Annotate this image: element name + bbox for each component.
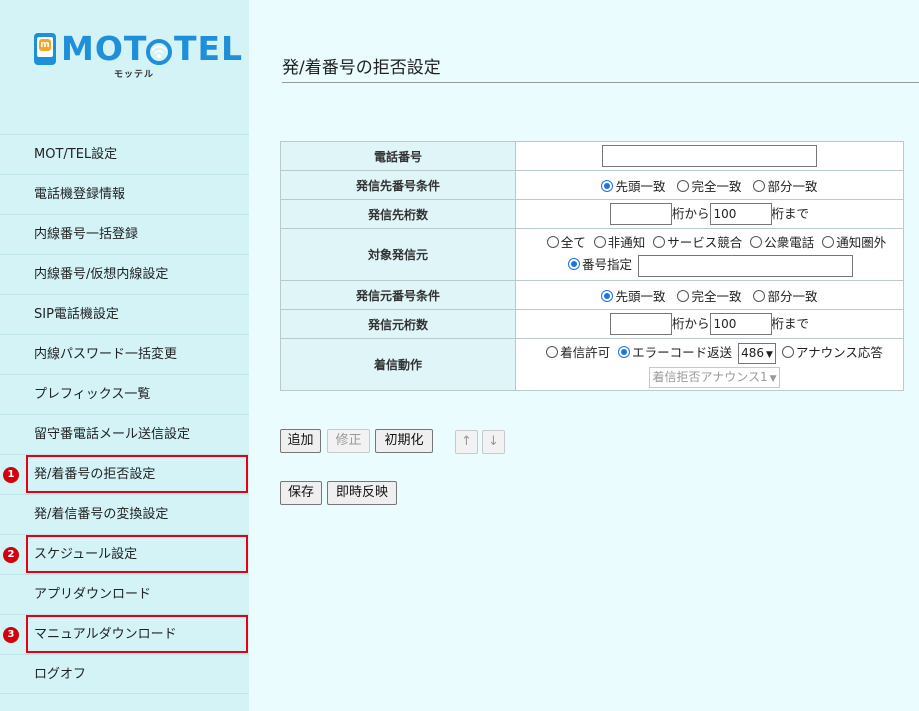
radio-source-anonymous[interactable]: 非通知 bbox=[593, 232, 645, 251]
radio-caller-prefix[interactable]: 先頭一致 bbox=[601, 176, 666, 195]
radio-off-icon bbox=[593, 236, 606, 249]
badge-2: 2 bbox=[3, 547, 19, 563]
radio-on-icon bbox=[601, 289, 614, 302]
radio-on-icon bbox=[618, 345, 631, 358]
sidebar-item-mottel-settings[interactable]: MOT/TEL設定 bbox=[0, 134, 249, 174]
sidebar-item-app-download[interactable]: アプリダウンロード bbox=[0, 574, 249, 614]
label-caller-condition: 発信先番号条件 bbox=[280, 170, 516, 200]
radio-off-icon bbox=[546, 236, 559, 249]
radio-off-icon bbox=[677, 289, 690, 302]
radio-off-icon bbox=[753, 289, 766, 302]
radio-caller-partial[interactable]: 部分一致 bbox=[753, 176, 818, 195]
highlight-box-2 bbox=[26, 535, 248, 573]
label-source-digits: 発信元桁数 bbox=[280, 309, 516, 339]
chevron-down-icon: ▼ bbox=[769, 373, 777, 384]
source-specify-input[interactable] bbox=[638, 254, 853, 277]
phone-m-icon: m bbox=[34, 33, 56, 65]
radio-on-icon bbox=[568, 258, 580, 271]
wifi-icon bbox=[146, 39, 172, 65]
move-down-button[interactable]: ↓ bbox=[482, 430, 505, 454]
sidebar-item-sip-phone[interactable]: SIP電話機設定 bbox=[0, 294, 249, 334]
caller-digits-to-input[interactable]: 100 bbox=[709, 203, 772, 226]
radio-caller-exact[interactable]: 完全一致 bbox=[677, 176, 742, 195]
sidebar-item-password-bulk[interactable]: 内線パスワード一括変更 bbox=[0, 334, 249, 374]
move-up-button[interactable]: ↑ bbox=[455, 430, 478, 454]
sidebar-item-convert-settings[interactable]: 発/着信番号の変換設定 bbox=[0, 494, 249, 534]
add-button[interactable]: 追加 bbox=[280, 429, 321, 453]
sidebar-item-prefix-list[interactable]: プレフィックス一覧 bbox=[0, 374, 249, 414]
sidebar-item-logoff[interactable]: ログオフ bbox=[0, 654, 249, 694]
phone-number-input[interactable] bbox=[602, 145, 817, 167]
radio-off-icon bbox=[653, 236, 666, 249]
label-phone-number: 電話番号 bbox=[280, 141, 516, 171]
logo-brand-right: TEL bbox=[174, 29, 244, 68]
radio-source-service[interactable]: サービス競合 bbox=[653, 232, 742, 251]
label-target-source: 対象発信元 bbox=[280, 228, 516, 281]
title-divider bbox=[282, 82, 919, 83]
announce-select[interactable]: 着信拒否アナウンス1 ▼ bbox=[649, 366, 780, 388]
radio-source-public[interactable]: 公衆電話 bbox=[750, 232, 814, 251]
radio-off-icon bbox=[750, 236, 763, 249]
highlight-box-3 bbox=[26, 615, 248, 653]
edit-button[interactable]: 修正 bbox=[327, 429, 370, 453]
sidebar-item-voicemail-mail[interactable]: 留守番電話メール送信設定 bbox=[0, 414, 249, 454]
radio-source-exact[interactable]: 完全一致 bbox=[677, 286, 742, 305]
logo-subtitle: モッテル bbox=[114, 70, 155, 80]
error-code-select[interactable]: 486 ▼ bbox=[738, 342, 776, 364]
radio-action-allow[interactable]: 着信許可 bbox=[546, 342, 610, 361]
reject-form-table: 電話番号 発信先番号条件 先頭一致 完全一致 部分一致 発信先桁数 桁から 100… bbox=[280, 141, 904, 391]
radio-source-specify[interactable]: 番号指定 bbox=[568, 254, 632, 273]
sidebar: m MOT TEL モッテル MOT/TEL設定 電話機登録情報 内線番号一括登… bbox=[0, 0, 249, 711]
radio-action-error[interactable]: エラーコード返送 bbox=[618, 342, 732, 361]
apply-now-button[interactable]: 即時反映 bbox=[327, 481, 397, 505]
highlight-box-1 bbox=[26, 455, 248, 493]
sidebar-item-phone-registration[interactable]: 電話機登録情報 bbox=[0, 174, 249, 214]
source-digits-to-input[interactable]: 100 bbox=[709, 313, 772, 336]
radio-source-out-of-area[interactable]: 通知圏外 bbox=[822, 232, 886, 251]
source-digits-from-input[interactable] bbox=[609, 313, 672, 336]
label-source-condition: 発信元番号条件 bbox=[280, 280, 516, 310]
label-caller-digits: 発信先桁数 bbox=[280, 199, 516, 229]
save-button[interactable]: 保存 bbox=[280, 481, 322, 505]
radio-on-icon bbox=[601, 179, 614, 192]
badge-3: 3 bbox=[3, 627, 19, 643]
radio-off-icon bbox=[822, 236, 835, 249]
radio-off-icon bbox=[753, 179, 766, 192]
badge-1: 1 bbox=[3, 467, 19, 483]
sidebar-item-extension-bulk[interactable]: 内線番号一括登録 bbox=[0, 214, 249, 254]
radio-source-partial[interactable]: 部分一致 bbox=[753, 286, 818, 305]
radio-action-announce[interactable]: アナウンス応答 bbox=[781, 342, 883, 361]
logo-brand-left: MOT bbox=[61, 29, 148, 68]
reset-button[interactable]: 初期化 bbox=[375, 429, 433, 453]
page-title: 発/着番号の拒否設定 bbox=[282, 58, 441, 78]
sidebar-item-extension-virtual[interactable]: 内線番号/仮想内線設定 bbox=[0, 254, 249, 294]
chevron-down-icon: ▼ bbox=[765, 349, 773, 360]
sidebar-nav: MOT/TEL設定 電話機登録情報 内線番号一括登録 内線番号/仮想内線設定 S… bbox=[0, 134, 249, 694]
radio-off-icon bbox=[677, 179, 690, 192]
radio-off-icon bbox=[546, 345, 559, 358]
caller-digits-from-input[interactable] bbox=[609, 203, 672, 226]
radio-source-prefix[interactable]: 先頭一致 bbox=[601, 286, 666, 305]
radio-off-icon bbox=[781, 345, 794, 358]
logo: m MOT TEL モッテル bbox=[34, 29, 244, 81]
radio-source-all[interactable]: 全て bbox=[546, 232, 586, 251]
label-incoming-action: 着信動作 bbox=[280, 338, 516, 391]
